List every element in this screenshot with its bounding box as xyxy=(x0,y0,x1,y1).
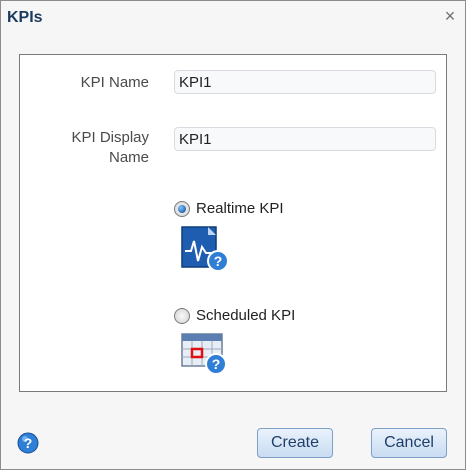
scheduled-kpi-icon[interactable]: ? xyxy=(180,330,230,376)
cancel-button[interactable]: Cancel xyxy=(371,428,447,458)
dialog-title: KPIs xyxy=(7,9,43,26)
realtime-kpi-radio[interactable] xyxy=(174,200,190,217)
realtime-kpi-icon[interactable]: ? xyxy=(180,223,230,273)
scheduled-kpi-label: Scheduled KPI xyxy=(196,307,296,324)
create-button[interactable]: Create xyxy=(257,428,333,458)
svg-text:?: ? xyxy=(212,356,221,372)
help-icon[interactable]: ? xyxy=(17,432,39,454)
kpi-display-name-label: KPI Display Name xyxy=(29,128,149,168)
kpi-display-name-label-line1: KPI Display xyxy=(71,129,149,146)
kpi-display-name-label-line2: Name xyxy=(108,149,149,166)
scheduled-kpi-radio[interactable] xyxy=(174,307,190,324)
kpi-name-label: KPI Name xyxy=(80,74,149,91)
svg-text:?: ? xyxy=(214,253,223,269)
close-icon[interactable]: × xyxy=(441,7,459,25)
kpi-name-input[interactable] xyxy=(174,70,436,94)
kpi-display-name-input[interactable] xyxy=(174,127,436,151)
kpi-form-panel: KPI Name KPI Display Name Realtime KPI ?… xyxy=(19,54,447,392)
realtime-kpi-label: Realtime KPI xyxy=(196,200,284,217)
svg-text:?: ? xyxy=(24,435,33,451)
realtime-kpi-option[interactable]: Realtime KPI xyxy=(174,200,284,217)
scheduled-kpi-option[interactable]: Scheduled KPI xyxy=(174,307,295,324)
kpis-dialog: KPIs × KPI Name KPI Display Name Realtim… xyxy=(0,0,466,470)
